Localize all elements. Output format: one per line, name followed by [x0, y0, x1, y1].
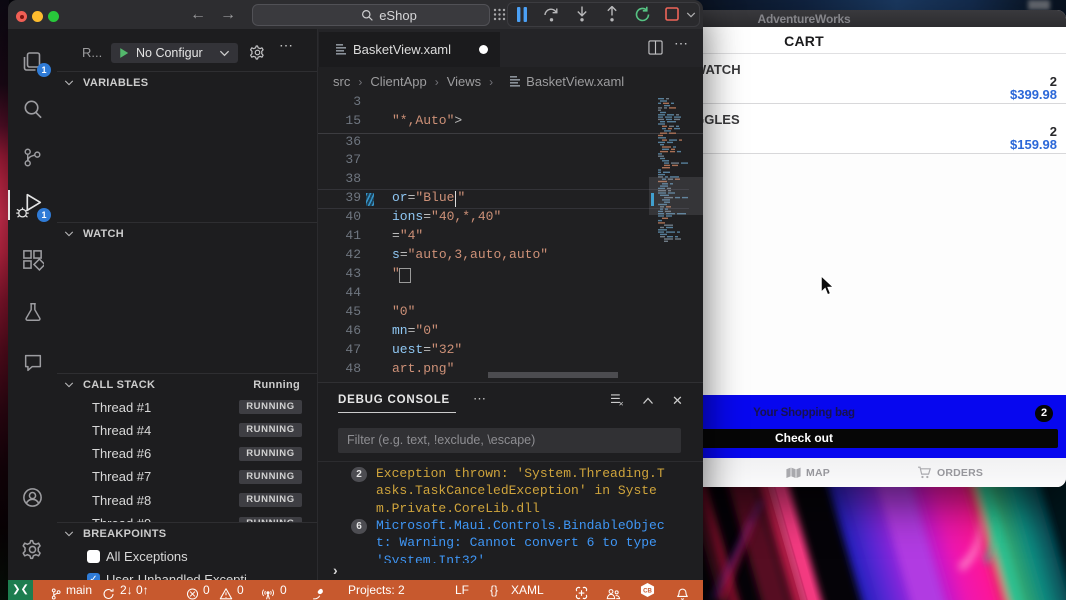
svg-text:CB: CB [643, 589, 652, 595]
